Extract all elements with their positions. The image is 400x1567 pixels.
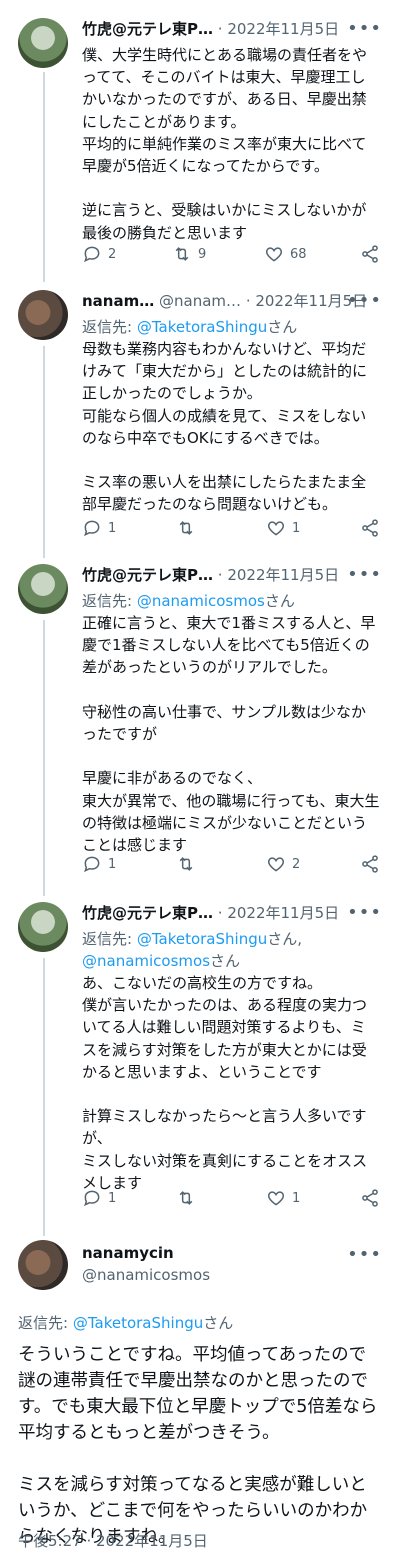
heart-icon (267, 857, 285, 872)
display-name[interactable]: 竹虎@元テレ東P… (82, 20, 213, 38)
tweet-header: 竹虎@元テレ東P… · 2022年11月5日 (82, 902, 390, 924)
reply-icon (84, 1190, 100, 1207)
reply-button[interactable]: 2 (82, 244, 116, 264)
tweet[interactable]: 竹虎@元テレ東P… · 2022年11月5日 ••• 僕、大学生時代にとある職場… (0, 18, 400, 282)
retweet-count: 9 (198, 246, 207, 262)
tweet-date[interactable]: · 2022年11月5日 (218, 20, 339, 38)
retweet-button[interactable] (176, 518, 196, 538)
tweet-timestamp[interactable]: 午後5:27 · 2022年11月5日 (18, 1530, 208, 1551)
display-name[interactable]: nanamycin (82, 1244, 174, 1262)
share-button[interactable] (360, 854, 380, 874)
reply-to-suffix: さん (267, 318, 298, 336)
retweet-icon (179, 857, 193, 871)
reply-to-label: 返信先: (82, 930, 137, 948)
avatar[interactable] (18, 1240, 68, 1290)
more-options-icon[interactable]: ••• (347, 564, 382, 585)
tweet[interactable]: nanam… @nanam… · 2022年11月5日 ••• 返信先: @Ta… (0, 290, 400, 546)
tweet-text: 正確に言うと、東大で1番ミスする人と、早慶で1番ミスしない人を比べても5倍近くの… (82, 614, 380, 855)
like-count: 2 (292, 856, 301, 872)
tweet-header: nanam… @nanam… · 2022年11月5日 (82, 290, 390, 312)
reply-to: 返信先: @TaketoraShinguさん (18, 1312, 233, 1333)
reply-icon (84, 246, 100, 263)
reply-count: 2 (108, 246, 117, 262)
more-options-icon[interactable]: ••• (347, 18, 382, 39)
retweet-button[interactable] (176, 1188, 196, 1208)
reply-to-suffix: さん (203, 1314, 234, 1332)
heart-icon (265, 247, 283, 262)
tweet-actions: 1 1 (82, 518, 382, 542)
retweet-button[interactable] (176, 854, 196, 874)
tweet-actions: 1 1 (82, 1188, 382, 1212)
avatar[interactable] (18, 902, 68, 952)
share-icon (362, 519, 378, 537)
reply-to-suffix: さん (264, 592, 295, 610)
mention-link[interactable]: @TaketoraShingu (73, 1314, 203, 1332)
retweet-icon (179, 1191, 193, 1205)
reply-to: 返信先: @TaketoraShinguさん (82, 316, 297, 337)
share-icon (362, 855, 378, 873)
like-button[interactable]: 2 (266, 854, 300, 874)
like-button[interactable]: 1 (266, 1188, 300, 1208)
reply-to: 返信先: @nanamicosmosさん (82, 590, 295, 611)
tweet-header: 竹虎@元テレ東P… · 2022年11月5日 (82, 564, 390, 586)
reply-to-label: 返信先: (18, 1314, 73, 1332)
display-name[interactable]: nanam… (82, 292, 154, 310)
tweet[interactable]: 竹虎@元テレ東P… · 2022年11月5日 ••• 返信先: @Taketor… (0, 902, 400, 1232)
user-handle[interactable]: @nanam… (159, 292, 241, 310)
heart-icon (267, 1191, 285, 1206)
mention-link[interactable]: @TaketoraShingu (137, 930, 267, 948)
user-handle[interactable]: @nanamicosmos (82, 1266, 210, 1284)
tweet-text: 僕、大学生時代にとある職場の責任者をやってて、そこのバイトは東大、早慶理工しかい… (82, 46, 368, 242)
more-options-icon[interactable]: ••• (347, 290, 382, 311)
share-icon (362, 245, 378, 263)
reply-count: 1 (108, 1190, 117, 1206)
share-button[interactable] (360, 244, 380, 264)
mention-link[interactable]: @nanamicosmos (82, 952, 210, 970)
mention-link[interactable]: @nanamicosmos (137, 592, 265, 610)
tweet-text: あ、こないだの高校生の方ですね。 僕が言いたかったのは、ある程度の実力ついてる人… (82, 974, 368, 1192)
avatar[interactable] (18, 18, 68, 68)
reply-button[interactable]: 1 (82, 1188, 116, 1208)
display-name[interactable]: 竹虎@元テレ東P… (82, 904, 213, 922)
share-button[interactable] (360, 518, 380, 538)
reply-to: 返信先: @TaketoraShinguさん, (82, 928, 302, 949)
like-count: 1 (292, 520, 301, 536)
reply-to-label: 返信先: (82, 592, 137, 610)
retweet-icon (179, 521, 193, 535)
retweet-button[interactable]: 9 (172, 244, 206, 264)
reply-to-continued: @nanamicosmosさん (82, 950, 240, 971)
reply-button[interactable]: 1 (82, 518, 116, 538)
display-name[interactable]: 竹虎@元テレ東P… (82, 566, 213, 584)
tweet[interactable]: 竹虎@元テレ東P… · 2022年11月5日 ••• 返信先: @nanamic… (0, 564, 400, 888)
like-button[interactable]: 68 (264, 244, 307, 264)
reply-to-suffix: さん (210, 952, 241, 970)
avatar[interactable] (18, 290, 68, 340)
focused-tweet: nanamycin @nanamicosmos ••• 返信先: @Taketo… (0, 1240, 400, 1560)
reply-to-label: 返信先: (82, 318, 137, 336)
reply-count: 1 (108, 520, 117, 536)
reply-button[interactable]: 1 (82, 854, 116, 874)
reply-icon (84, 520, 100, 537)
mention-link[interactable]: @TaketoraShingu (137, 318, 267, 336)
more-options-icon[interactable]: ••• (347, 1244, 382, 1265)
share-button[interactable] (360, 1188, 380, 1208)
more-options-icon[interactable]: ••• (347, 902, 382, 923)
reply-count: 1 (108, 856, 117, 872)
like-count: 1 (292, 1190, 301, 1206)
tweet-text: 母数も業務内容もわかんないけど、平均だけみて「東大だから」としたのは統計的に正し… (82, 340, 368, 514)
tweet-header: 竹虎@元テレ東P… · 2022年11月5日 (82, 18, 390, 40)
avatar[interactable] (18, 564, 68, 614)
like-count: 68 (290, 246, 307, 262)
tweet-date[interactable]: · 2022年11月5日 (218, 904, 339, 922)
reply-to-suffix: さん, (267, 930, 303, 948)
reply-icon (84, 856, 100, 873)
tweet-text: そういうことですね。平均値ってあったので謎の連帯責任で早慶出禁なのかと思ったので… (18, 1345, 378, 1547)
like-button[interactable]: 1 (266, 518, 300, 538)
retweet-icon (175, 247, 189, 261)
share-icon (362, 1189, 378, 1207)
heart-icon (267, 521, 285, 536)
tweet-date[interactable]: · 2022年11月5日 (218, 566, 339, 584)
tweet-actions: 1 2 (82, 854, 382, 878)
tweet-actions: 2 9 68 (82, 244, 382, 268)
